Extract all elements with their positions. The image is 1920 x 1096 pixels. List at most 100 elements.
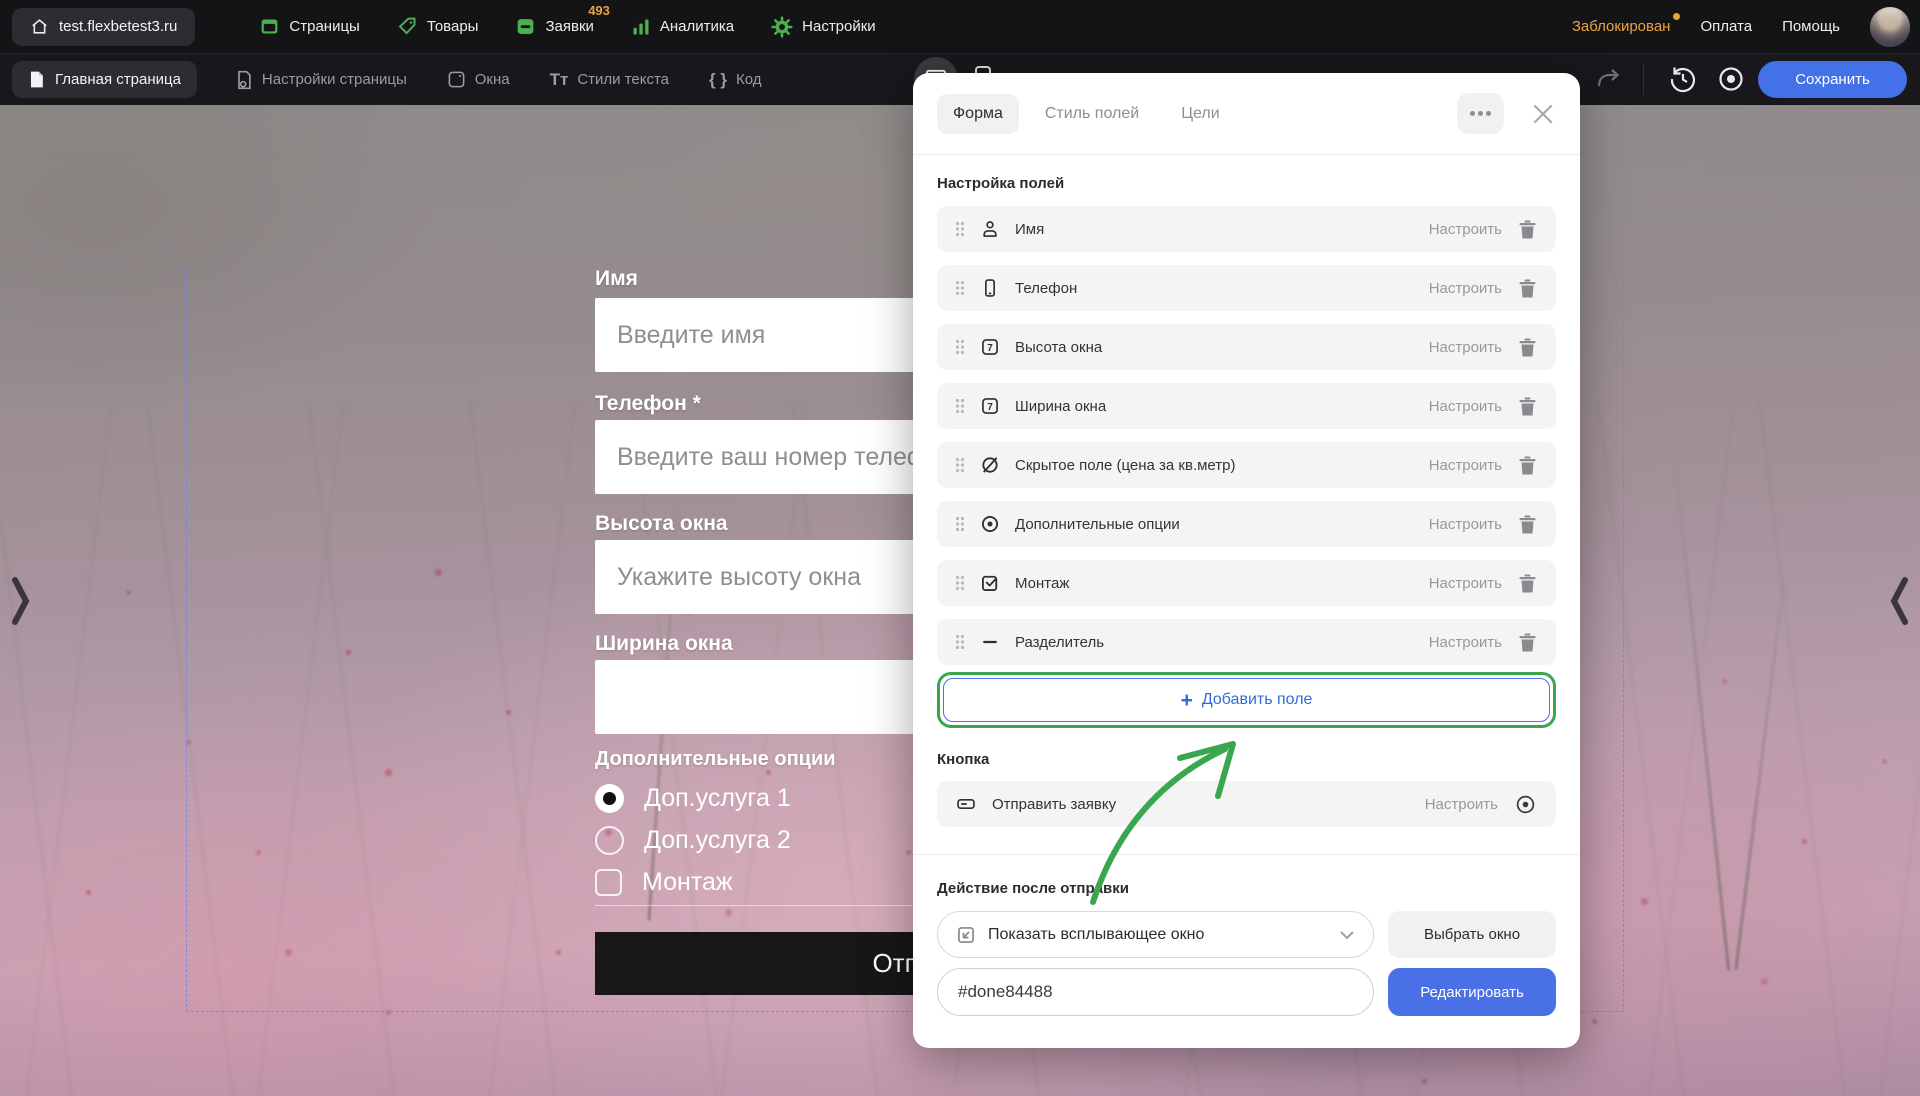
toolbar-items: Настройки страницы Окна Tт Стили текста … bbox=[235, 70, 762, 90]
option-label: Доп.услуга 2 bbox=[644, 826, 791, 855]
anchor-input[interactable] bbox=[937, 968, 1374, 1016]
field-label: Скрытое поле (цена за кв.метр) bbox=[1015, 457, 1429, 474]
drag-handle-icon[interactable] bbox=[955, 575, 965, 591]
action-section-title: Действие после отправки bbox=[937, 880, 1556, 897]
help-link[interactable]: Помощь bbox=[1782, 18, 1840, 35]
trash-icon[interactable] bbox=[1519, 279, 1536, 298]
payment-link[interactable]: Оплата bbox=[1700, 18, 1752, 35]
choose-window-button[interactable]: Выбрать окно bbox=[1388, 911, 1556, 958]
menu-label: Настройки bbox=[802, 18, 876, 35]
prev-section-arrow[interactable] bbox=[10, 575, 32, 627]
drag-handle-icon[interactable] bbox=[955, 457, 965, 473]
drag-handle-icon[interactable] bbox=[955, 339, 965, 355]
toolbar-divider bbox=[1643, 64, 1644, 95]
svg-text:7: 7 bbox=[987, 343, 993, 354]
close-icon[interactable] bbox=[1530, 101, 1556, 127]
menu-settings[interactable]: Настройки bbox=[771, 16, 876, 38]
trash-icon[interactable] bbox=[1519, 338, 1536, 357]
toolbar-page-settings[interactable]: Настройки страницы bbox=[235, 70, 407, 90]
toolbar-windows[interactable]: Окна bbox=[447, 70, 510, 89]
tab-form[interactable]: Форма bbox=[937, 94, 1019, 134]
configure-link[interactable]: Настроить bbox=[1429, 634, 1502, 651]
redo-icon[interactable] bbox=[1596, 68, 1622, 95]
plus-icon: + bbox=[1181, 690, 1193, 711]
configure-link[interactable]: Настроить bbox=[1429, 575, 1502, 592]
blocked-status[interactable]: Заблокирован bbox=[1572, 18, 1671, 35]
home-icon bbox=[30, 17, 49, 36]
drag-handle-icon[interactable] bbox=[955, 280, 965, 296]
editor-window: test.flexbetest3.ru Страницы Товары Заяв… bbox=[0, 0, 1920, 1096]
avatar[interactable] bbox=[1870, 7, 1910, 47]
drag-handle-icon[interactable] bbox=[955, 634, 965, 650]
menu-label: Страницы bbox=[289, 18, 359, 35]
site-selector[interactable]: test.flexbetest3.ru bbox=[12, 8, 195, 46]
trash-icon[interactable] bbox=[1519, 633, 1536, 652]
save-button[interactable]: Сохранить bbox=[1758, 61, 1907, 98]
button-row: Отправить заявку Настроить bbox=[937, 781, 1556, 827]
configure-link[interactable]: Настроить bbox=[1429, 221, 1502, 238]
selected-action: Показать всплывающее окно bbox=[988, 926, 1327, 944]
hidden-field-icon bbox=[980, 455, 1000, 475]
edit-button[interactable]: Редактировать bbox=[1388, 968, 1556, 1016]
current-page-button[interactable]: Главная страница bbox=[12, 61, 197, 98]
menu-requests[interactable]: Заявки 493 bbox=[515, 16, 593, 37]
tab-field-style[interactable]: Стиль полей bbox=[1029, 94, 1155, 134]
windows-icon bbox=[447, 70, 466, 89]
choose-window-label: Выбрать окно bbox=[1424, 926, 1520, 943]
field-label: Монтаж bbox=[1015, 575, 1429, 592]
field-row-checkbox: Монтаж Настроить bbox=[937, 560, 1556, 606]
checkbox-icon bbox=[980, 573, 1000, 593]
configure-link[interactable]: Настроить bbox=[1425, 796, 1498, 813]
history-icon[interactable] bbox=[1668, 64, 1698, 99]
tab-goals[interactable]: Цели bbox=[1165, 94, 1235, 134]
trash-icon[interactable] bbox=[1519, 456, 1536, 475]
button-section-title: Кнопка bbox=[937, 751, 1556, 768]
menu-products[interactable]: Товары bbox=[397, 16, 479, 37]
field-label: Имя bbox=[1015, 221, 1429, 238]
drag-handle-icon[interactable] bbox=[955, 398, 965, 414]
trash-icon[interactable] bbox=[1519, 574, 1536, 593]
pages-icon bbox=[259, 16, 280, 37]
configure-link[interactable]: Настроить bbox=[1429, 398, 1502, 415]
field-row-name: Имя Настроить bbox=[937, 206, 1556, 252]
menu-label: Аналитика bbox=[660, 18, 734, 35]
trash-icon[interactable] bbox=[1519, 515, 1536, 534]
notification-dot bbox=[1673, 13, 1680, 20]
trash-icon[interactable] bbox=[1519, 397, 1536, 416]
option-label: Доп.услуга 1 bbox=[644, 784, 791, 813]
page-icon bbox=[28, 70, 45, 89]
preview-eye-icon[interactable] bbox=[1716, 65, 1746, 98]
field-row-window-width: 7 Ширина окна Настроить bbox=[937, 383, 1556, 429]
top-menu: Страницы Товары Заявки 493 Аналитика Нас… bbox=[259, 16, 875, 38]
radio-unselected[interactable] bbox=[595, 826, 624, 855]
toolbar-code[interactable]: { } Код bbox=[709, 70, 761, 90]
current-page-label: Главная страница bbox=[55, 71, 181, 88]
number-icon: 7 bbox=[980, 337, 1000, 357]
number-icon: 7 bbox=[980, 396, 1000, 416]
toolbar-item-label: Стили текста bbox=[577, 71, 669, 88]
configure-link[interactable]: Настроить bbox=[1429, 280, 1502, 297]
menu-pages[interactable]: Страницы bbox=[259, 16, 359, 37]
configure-link[interactable]: Настроить bbox=[1429, 516, 1502, 533]
svg-text:7: 7 bbox=[987, 402, 993, 413]
after-submit-action-select[interactable]: Показать всплывающее окно bbox=[937, 911, 1374, 958]
checkbox-unchecked[interactable] bbox=[595, 869, 622, 896]
add-field-highlight-ring: + Добавить поле bbox=[937, 672, 1556, 728]
configure-link[interactable]: Настроить bbox=[1429, 339, 1502, 356]
menu-analytics[interactable]: Аналитика bbox=[631, 17, 734, 37]
toolbar-item-label: Настройки страницы bbox=[262, 71, 407, 88]
site-name: test.flexbetest3.ru bbox=[59, 18, 177, 35]
configure-link[interactable]: Настроить bbox=[1429, 457, 1502, 474]
visibility-eye-icon[interactable] bbox=[1515, 794, 1536, 815]
more-options-button[interactable] bbox=[1457, 93, 1504, 134]
drag-handle-icon[interactable] bbox=[955, 221, 965, 237]
radio-selected[interactable] bbox=[595, 784, 624, 813]
next-section-arrow[interactable] bbox=[1888, 575, 1910, 627]
trash-icon[interactable] bbox=[1519, 220, 1536, 239]
drag-handle-icon[interactable] bbox=[955, 516, 965, 532]
toolbar-item-label: Окна bbox=[475, 71, 510, 88]
add-field-button[interactable]: + Добавить поле bbox=[943, 678, 1550, 722]
field-label: Разделитель bbox=[1015, 634, 1429, 651]
blocked-label: Заблокирован bbox=[1572, 18, 1671, 35]
toolbar-text-styles[interactable]: Tт Стили текста bbox=[550, 70, 669, 90]
